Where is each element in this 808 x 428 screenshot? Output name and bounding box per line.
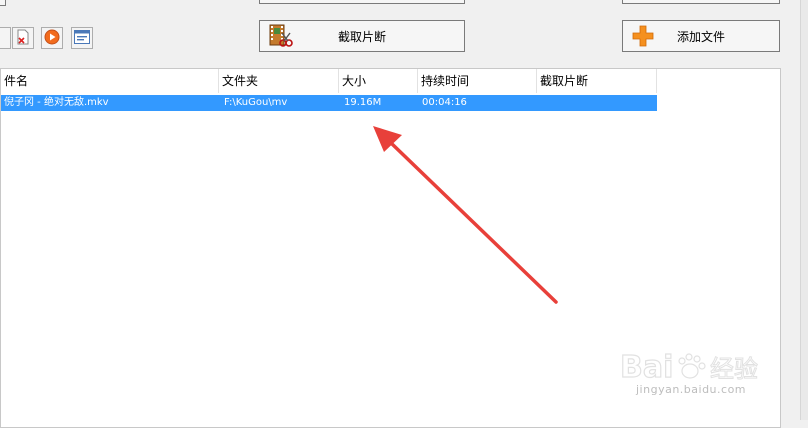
watermark-url: jingyan.baidu.com	[636, 383, 747, 396]
svg-text:Bai: Bai	[620, 350, 673, 385]
red-arrow-icon	[373, 126, 558, 304]
baidu-watermark-logo: Bai 经验	[620, 349, 759, 385]
svg-text:经验: 经验	[710, 355, 758, 383]
